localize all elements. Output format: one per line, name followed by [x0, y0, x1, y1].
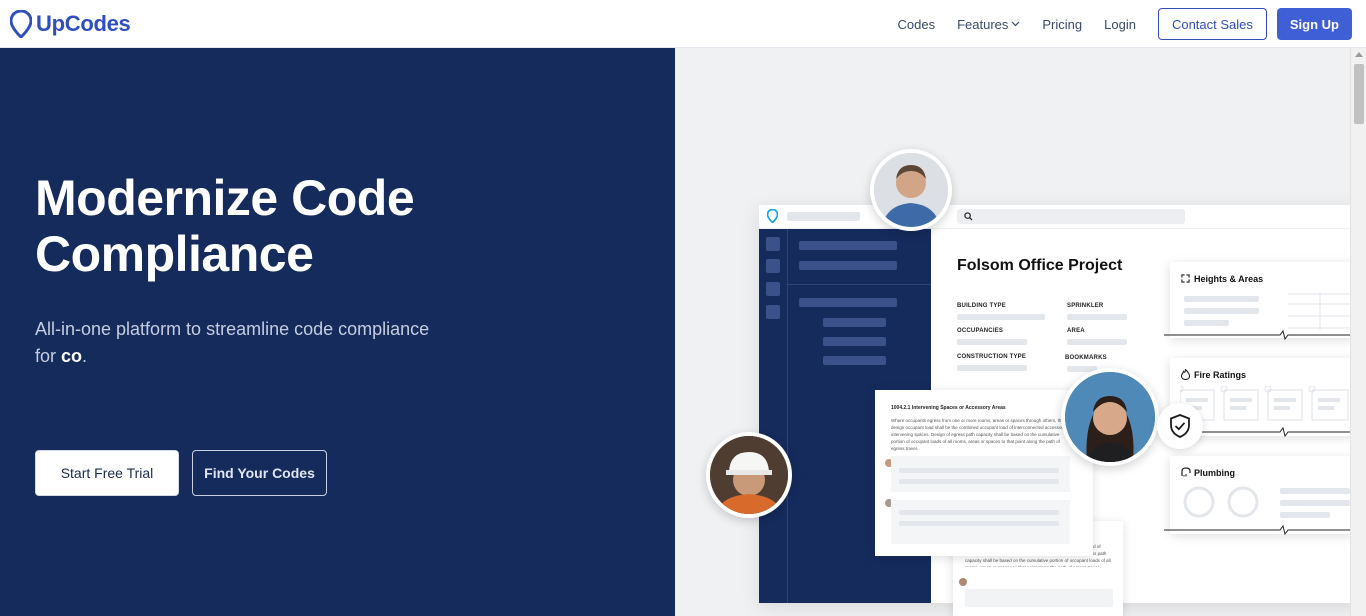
sidebar-icon: [766, 259, 780, 273]
placeholder-bar: [1280, 488, 1350, 494]
field-label: CONSTRUCTION TYPE: [957, 354, 1027, 360]
placeholder-bar: [899, 510, 1059, 515]
card-title: Fire Ratings: [1194, 370, 1247, 380]
placeholder-bar: [1067, 314, 1127, 320]
brand-logo[interactable]: UpCodes: [10, 10, 131, 38]
placeholder-bar: [899, 521, 1059, 526]
hero-subtitle-text: All-in-one platform to streamline code c…: [35, 319, 430, 366]
field-label: AREA: [1067, 328, 1085, 334]
verified-badge: [1157, 403, 1203, 449]
placeholder-bar: [1280, 512, 1330, 518]
search-icon: [964, 212, 973, 221]
top-nav: UpCodes Codes Features Pricing Login Con…: [0, 0, 1366, 48]
hero-subtitle-typed: co: [61, 346, 83, 366]
placeholder-bar: [957, 314, 1045, 320]
dial-graphic: [1183, 486, 1259, 518]
divider-zigzag: [1164, 524, 1350, 536]
placeholder-bar: [799, 261, 897, 270]
sidebar-icon: [766, 282, 780, 296]
placeholder-bar: [823, 337, 886, 346]
placeholder-bar: [823, 318, 886, 327]
plumbing-card: Plumbing: [1164, 456, 1350, 536]
placeholder-bar: [1280, 500, 1350, 506]
avatar: [959, 578, 967, 586]
person-photo-icon: [710, 436, 788, 514]
chevron-down-icon: [1011, 21, 1020, 27]
nav-link-codes[interactable]: Codes: [898, 17, 936, 32]
field-label: BUILDING TYPE: [957, 303, 1006, 309]
location-pin-icon: [767, 209, 778, 223]
placeholder-bar: [823, 356, 886, 365]
code-section-text: Where occupants egress from one or more …: [891, 418, 1071, 451]
location-pin-icon: [10, 10, 32, 38]
field-label: OCCUPANCIES: [957, 328, 1004, 334]
hero-subtitle: All-in-one platform to streamline code c…: [35, 316, 435, 370]
nav-links: Codes Features Pricing Login Contact Sal…: [898, 8, 1352, 40]
divider-zigzag: [1164, 329, 1350, 341]
user-avatar-man: [870, 149, 952, 231]
placeholder-bar: [899, 468, 1059, 473]
user-avatar-worker: [706, 432, 792, 518]
expand-icon: [1181, 274, 1190, 283]
faucet-icon: [1181, 467, 1191, 477]
nav-link-features[interactable]: Features: [957, 17, 1020, 32]
flame-icon: [1181, 369, 1190, 380]
field-label: SPRINKLER: [1067, 303, 1104, 309]
heights-areas-card: Heights & Areas: [1164, 262, 1350, 341]
hero-panel: Modernize Code Compliance All-in-one pla…: [0, 48, 675, 616]
app-toolbar: [759, 205, 1350, 229]
placeholder-bar: [899, 479, 1059, 484]
comment-box: [891, 456, 1070, 492]
brand-name: UpCodes: [36, 11, 131, 36]
code-section-title: 1004.2.1 Intervening Spaces or Accessory…: [891, 405, 1006, 411]
sidebar-icon: [766, 305, 780, 319]
placeholder-bar: [787, 212, 860, 221]
nav-link-pricing[interactable]: Pricing: [1042, 17, 1082, 32]
placeholder-bar: [1184, 320, 1229, 326]
hero-subtitle-end: .: [82, 346, 88, 366]
scroll-up-arrow-icon[interactable]: [1355, 52, 1363, 57]
product-illustration: Folsom Office Project BUILDING TYPE SPRI…: [675, 48, 1350, 616]
find-your-codes-button[interactable]: Find Your Codes: [192, 450, 327, 496]
nav-link-features-label: Features: [957, 16, 1009, 32]
placeholder-bar: [1184, 296, 1259, 302]
ratings-graphic: [1180, 386, 1349, 421]
card-title: Plumbing: [1194, 468, 1235, 478]
person-photo-icon: [1065, 372, 1155, 462]
nav-link-login[interactable]: Login: [1104, 17, 1136, 32]
sidebar-icon: [766, 237, 780, 251]
comment-box: [965, 589, 1113, 607]
placeholder-bar: [1184, 308, 1259, 314]
contact-sales-button[interactable]: Contact Sales: [1157, 8, 1267, 40]
app-search-bar: [957, 209, 1185, 224]
card-title: Heights & Areas: [1194, 274, 1264, 284]
page-scrollbar[interactable]: [1350, 48, 1366, 616]
hero-title: Modernize Code Compliance: [35, 170, 415, 282]
person-photo-icon: [874, 153, 948, 227]
sign-up-button[interactable]: Sign Up: [1276, 8, 1352, 40]
placeholder-bar: [1067, 339, 1127, 345]
placeholder-bar: [957, 365, 1027, 371]
placeholder-bar: [957, 339, 1027, 345]
shield-check-icon: [1170, 414, 1190, 438]
field-label: BOOKMARKS: [1065, 355, 1107, 361]
project-title: Folsom Office Project: [957, 257, 1123, 274]
user-avatar-woman: [1061, 368, 1159, 466]
placeholder-bar: [799, 241, 897, 250]
placeholder-bar: [799, 298, 897, 307]
table-graphic: [1288, 292, 1350, 330]
scrollbar-thumb[interactable]: [1354, 64, 1364, 124]
start-free-trial-button[interactable]: Start Free Trial: [35, 450, 179, 496]
